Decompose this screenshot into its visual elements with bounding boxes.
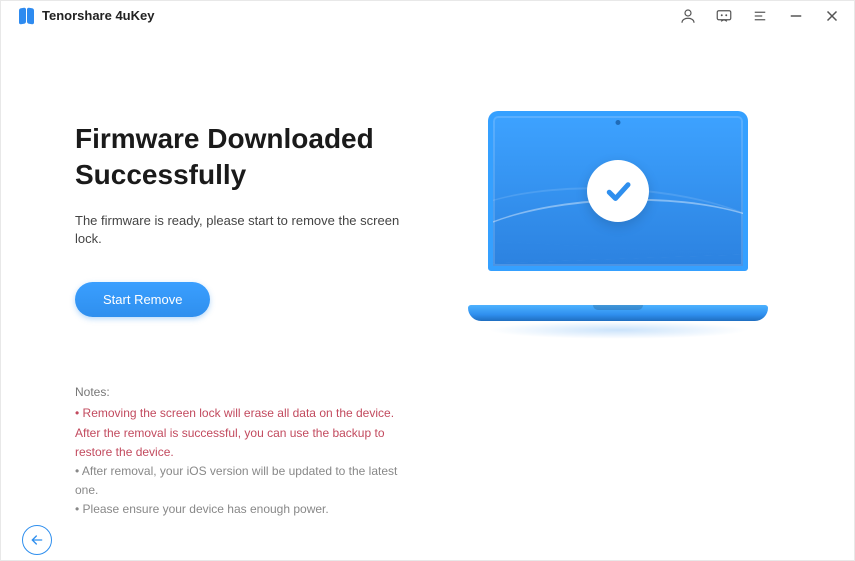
minimize-icon[interactable]	[787, 7, 805, 25]
laptop-check-illustration	[468, 111, 768, 321]
close-icon[interactable]	[823, 7, 841, 25]
titlebar-left: Tenorshare 4uKey	[18, 8, 154, 24]
notes-block: Notes: • Removing the screen lock will e…	[75, 383, 410, 519]
app-logo-icon	[18, 8, 34, 24]
page-subtext: The firmware is ready, please start to r…	[75, 212, 410, 248]
back-button[interactable]	[22, 525, 52, 555]
page-heading: Firmware Downloaded Successfully	[75, 121, 410, 194]
note-line-3: • Please ensure your device has enough p…	[75, 500, 410, 519]
note-warning: • Removing the screen lock will erase al…	[75, 404, 410, 462]
account-icon[interactable]	[679, 7, 697, 25]
start-remove-button[interactable]: Start Remove	[75, 282, 210, 317]
titlebar-right	[679, 7, 841, 25]
illustration-area	[450, 111, 785, 321]
menu-icon[interactable]	[751, 7, 769, 25]
footer	[0, 520, 855, 561]
main-content: Firmware Downloaded Successfully The fir…	[0, 121, 855, 519]
feedback-icon[interactable]	[715, 7, 733, 25]
notes-heading: Notes:	[75, 383, 410, 402]
app-window: Tenorshare 4uKey Firmware Downloaded Suc…	[0, 0, 855, 561]
left-column: Firmware Downloaded Successfully The fir…	[75, 121, 410, 519]
titlebar: Tenorshare 4uKey	[0, 0, 855, 31]
note-line-2: • After removal, your iOS version will b…	[75, 462, 410, 500]
checkmark-icon	[587, 160, 649, 222]
app-title: Tenorshare 4uKey	[42, 8, 154, 23]
